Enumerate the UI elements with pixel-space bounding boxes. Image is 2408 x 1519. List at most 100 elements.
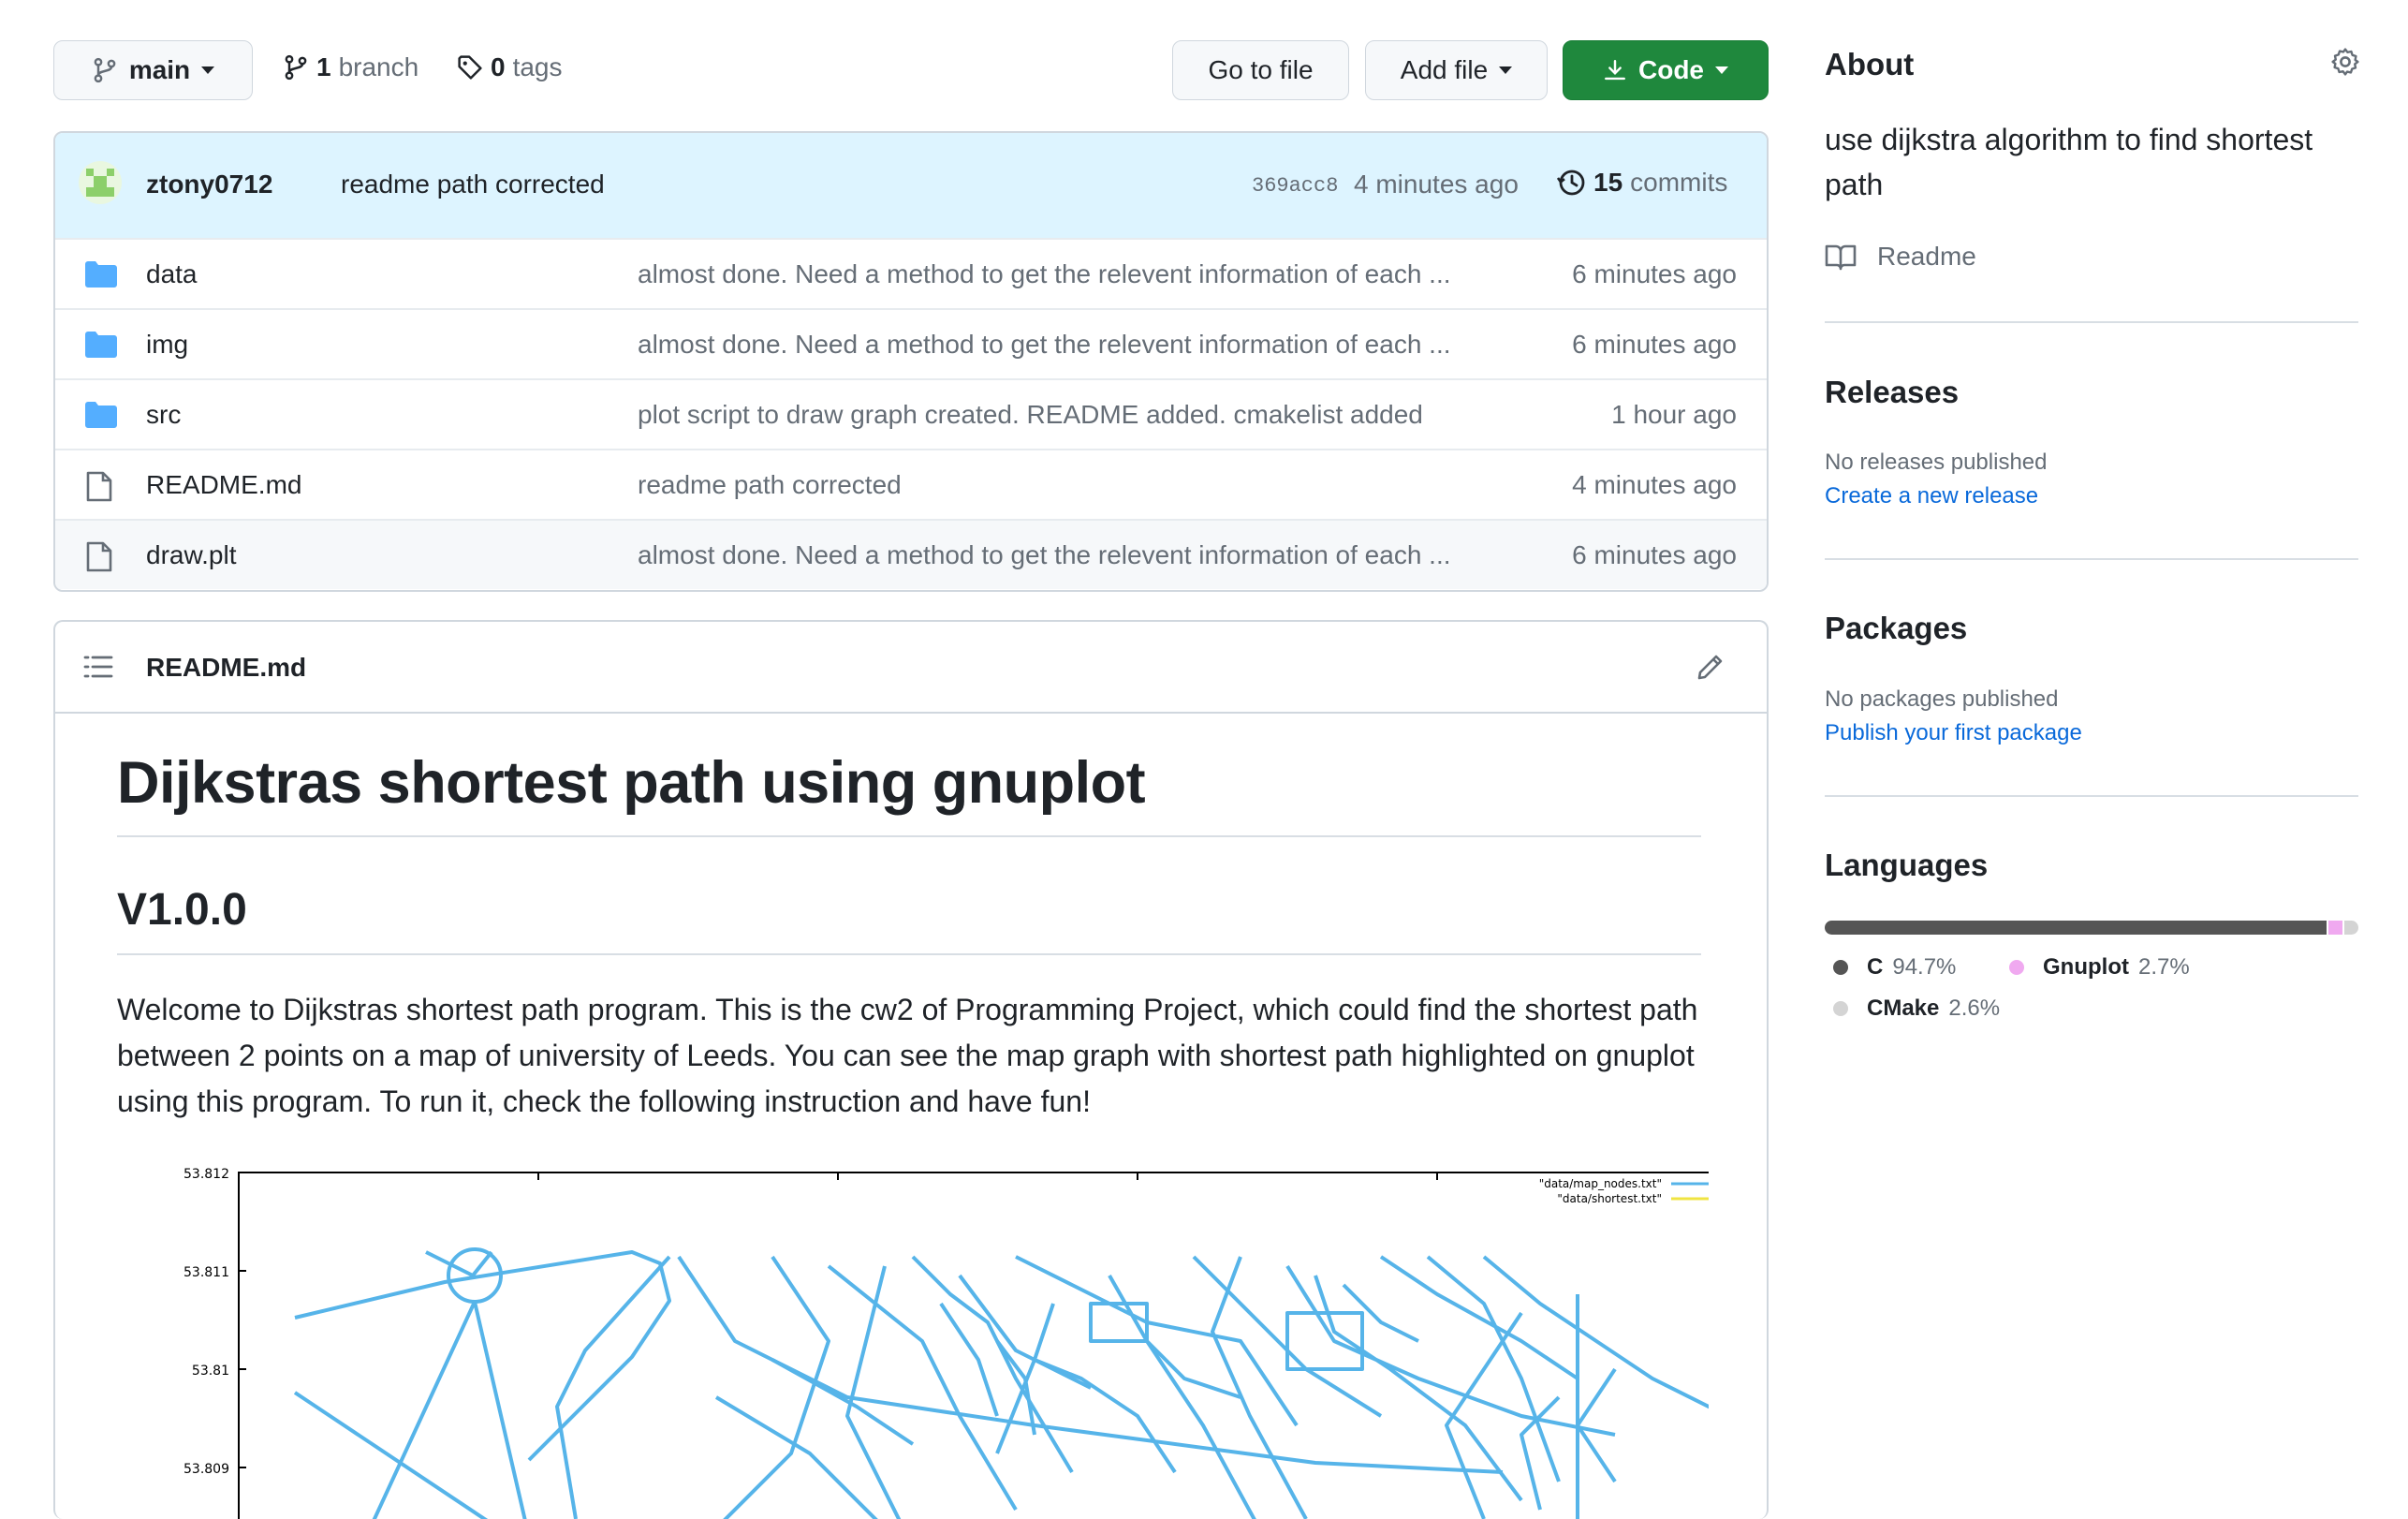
file-name[interactable]: draw.plt bbox=[146, 540, 237, 570]
y-tick-label: 53.81 bbox=[192, 1364, 229, 1379]
language-bar-cmake bbox=[2344, 921, 2358, 935]
about-title: About bbox=[1825, 47, 1915, 81]
file-row-src[interactable]: src plot script to draw graph created. R… bbox=[55, 378, 1767, 449]
packages-title[interactable]: Packages bbox=[1825, 611, 1967, 646]
y-tick-label: 53.809 bbox=[184, 1462, 229, 1477]
file-name[interactable]: README.md bbox=[146, 470, 301, 500]
language-name: C bbox=[1867, 954, 1884, 980]
language-percent: 2.7% bbox=[2137, 954, 2190, 980]
file-commit-time: 6 minutes ago bbox=[1572, 329, 1737, 359]
tags-count: 0 bbox=[491, 52, 506, 81]
commits-count: 15 bbox=[1593, 168, 1623, 197]
branch-name: main bbox=[128, 55, 191, 84]
map-graph-image: 53.812 53.811 53.81 53.809 "data/map_nod… bbox=[117, 1154, 1734, 1519]
file-row-img[interactable]: img almost done. Need a method to get th… bbox=[55, 308, 1767, 378]
readme-paragraph: Welcome to Dijkstras shortest path progr… bbox=[117, 993, 1698, 1118]
commits-label: commits bbox=[1630, 168, 1728, 197]
language-dot bbox=[2009, 960, 2024, 975]
language-percent: 2.6% bbox=[1948, 995, 2001, 1021]
chevron-down-icon bbox=[1499, 66, 1513, 74]
packages-status: No packages published bbox=[1825, 686, 2059, 712]
pencil-icon[interactable] bbox=[1696, 652, 1725, 682]
readme-link[interactable]: Readme bbox=[1825, 242, 1976, 272]
add-file-label: Add file bbox=[1400, 55, 1489, 84]
tags-label: tags bbox=[512, 52, 563, 81]
branch-select-button[interactable]: main bbox=[53, 40, 253, 100]
file-commit-time: 4 minutes ago bbox=[1572, 469, 1737, 499]
chevron-down-icon bbox=[1715, 66, 1728, 74]
language-item-cmake[interactable]: CMake 2.6% bbox=[1833, 995, 2000, 1022]
version-divider bbox=[117, 953, 1701, 955]
commit-time: 4 minutes ago bbox=[1354, 170, 1519, 199]
file-name[interactable]: src bbox=[146, 400, 181, 430]
file-commit-message[interactable]: almost done. Need a method to get the re… bbox=[638, 330, 1536, 360]
code-button[interactable]: Code bbox=[1563, 40, 1769, 100]
readme-title: Dijkstras shortest path using gnuplot bbox=[117, 750, 1146, 816]
sidebar-divider bbox=[1825, 321, 2358, 323]
file-commit-time: 6 minutes ago bbox=[1572, 539, 1737, 569]
gear-icon[interactable] bbox=[2330, 47, 2360, 77]
language-name: Gnuplot bbox=[2043, 954, 2129, 980]
book-icon bbox=[1825, 244, 1857, 271]
file-commit-time: 6 minutes ago bbox=[1572, 258, 1737, 288]
history-icon bbox=[1556, 170, 1585, 196]
file-row-readme[interactable]: README.md readme path corrected 4 minute… bbox=[55, 449, 1767, 519]
title-divider bbox=[117, 835, 1701, 837]
go-to-file-label: Go to file bbox=[1208, 55, 1314, 84]
download-icon bbox=[1605, 60, 1625, 81]
sidebar-divider bbox=[1825, 558, 2358, 560]
chevron-down-icon bbox=[201, 66, 215, 74]
releases-title[interactable]: Releases bbox=[1825, 375, 1959, 410]
file-row-draw-plt[interactable]: draw.plt almost done. Need a method to g… bbox=[55, 519, 1767, 589]
file-browser: ztony0712 readme path corrected 369acc8 … bbox=[53, 131, 1769, 592]
branches-label: branch bbox=[338, 52, 419, 81]
commit-sha[interactable]: 369acc8 bbox=[1252, 174, 1338, 198]
publish-package-link[interactable]: Publish your first package bbox=[1825, 720, 2082, 746]
language-item-gnuplot[interactable]: Gnuplot 2.7% bbox=[2009, 954, 2190, 981]
y-tick-label: 53.812 bbox=[184, 1167, 229, 1182]
file-commit-message[interactable]: almost done. Need a method to get the re… bbox=[638, 259, 1536, 289]
file-commit-time: 1 hour ago bbox=[1611, 399, 1737, 429]
file-commit-message[interactable]: readme path corrected bbox=[638, 470, 1536, 500]
file-icon bbox=[86, 541, 112, 572]
git-branch-icon bbox=[285, 54, 307, 81]
repo-description: use dijkstra algorithm to find shortest … bbox=[1825, 123, 2313, 201]
file-commit-message[interactable]: plot script to draw graph created. READM… bbox=[638, 400, 1536, 430]
folder-icon bbox=[85, 332, 117, 358]
readme-version: V1.0.0 bbox=[117, 885, 247, 935]
file-row-data[interactable]: data almost done. Need a method to get t… bbox=[55, 238, 1767, 308]
tags-link[interactable]: 0 tags bbox=[457, 52, 563, 82]
readme-panel: README.md Dijkstras shortest path using … bbox=[53, 620, 1769, 1519]
legend-entry: "data/map_nodes.txt" bbox=[1539, 1177, 1662, 1190]
add-file-button[interactable]: Add file bbox=[1365, 40, 1548, 100]
language-dot bbox=[1833, 1001, 1848, 1016]
avatar[interactable] bbox=[79, 161, 122, 204]
create-release-link[interactable]: Create a new release bbox=[1825, 483, 2038, 509]
commit-author[interactable]: ztony0712 bbox=[146, 170, 272, 199]
file-name[interactable]: data bbox=[146, 259, 198, 289]
folder-icon bbox=[85, 402, 117, 428]
language-bar-gnuplot bbox=[2328, 921, 2343, 935]
readme-filename: README.md bbox=[146, 653, 307, 682]
languages-title: Languages bbox=[1825, 848, 1989, 882]
go-to-file-button[interactable]: Go to file bbox=[1172, 40, 1349, 100]
list-icon[interactable] bbox=[83, 654, 113, 680]
git-branch-icon bbox=[94, 57, 116, 83]
branches-count: 1 bbox=[316, 52, 331, 81]
readme-header: README.md bbox=[55, 622, 1767, 714]
file-icon bbox=[86, 471, 112, 502]
languages-bar bbox=[1825, 921, 2358, 935]
readme-link-label: Readme bbox=[1877, 242, 1976, 271]
file-commit-message[interactable]: almost done. Need a method to get the re… bbox=[638, 540, 1536, 570]
releases-status: No releases published bbox=[1825, 450, 2048, 475]
branches-link[interactable]: 1 branch bbox=[283, 52, 418, 82]
file-name[interactable]: img bbox=[146, 330, 188, 360]
folder-icon bbox=[85, 261, 117, 288]
commit-message[interactable]: readme path corrected bbox=[341, 170, 605, 199]
sidebar-divider bbox=[1825, 795, 2358, 797]
latest-commit-bar: ztony0712 readme path corrected 369acc8 … bbox=[55, 133, 1767, 238]
commits-link[interactable]: 15 commits bbox=[1556, 168, 1727, 198]
tag-icon bbox=[458, 55, 482, 80]
language-percent: 94.7% bbox=[1892, 954, 1957, 980]
language-item-c[interactable]: C 94.7% bbox=[1833, 954, 1956, 981]
